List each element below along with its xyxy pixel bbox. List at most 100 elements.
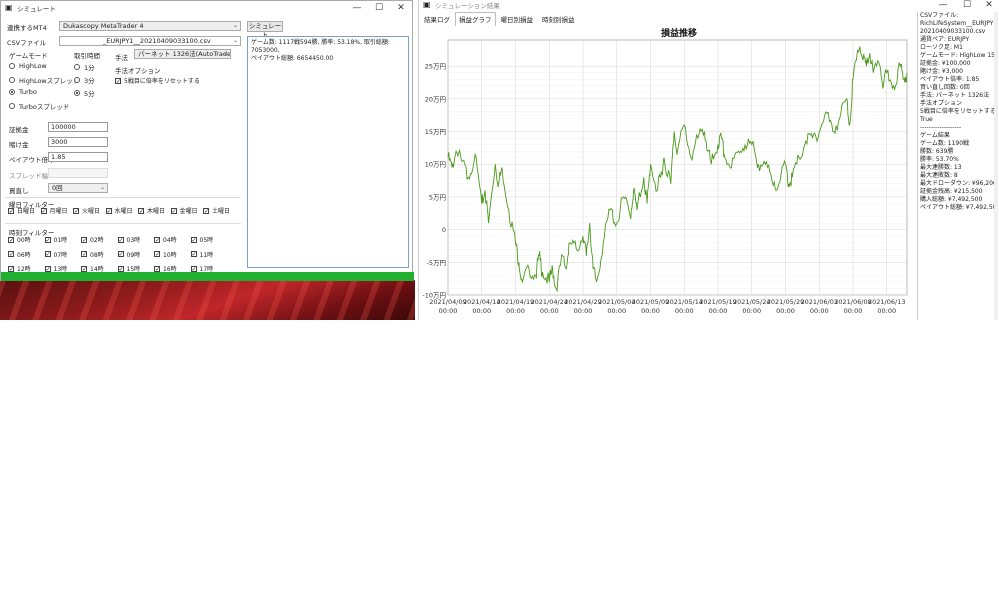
mt4-select[interactable]: Dukascopy MetaTrader 4 ⌄: [59, 21, 241, 31]
hour-checkbox[interactable]: ✓ 14時: [81, 264, 104, 273]
y-tick-label: 15万円: [425, 128, 446, 136]
summary-line: 通貨ペア: EURJPY: [920, 36, 970, 43]
hour-checkbox[interactable]: ✓ 07時: [44, 250, 67, 259]
trade-time-label: 1分: [84, 64, 95, 72]
summary-line: ゲームモード: HighLow 15分: [920, 52, 997, 59]
summary-line: 証拠金: ¥100,000: [920, 60, 971, 67]
x-tick-label: 00:00: [844, 307, 863, 315]
hour-checkbox[interactable]: ✓ 17時: [190, 264, 214, 273]
summary-line: 証拠金残高: ¥215,500: [920, 188, 983, 195]
hour-checkbox[interactable]: ✓ 00時: [8, 235, 31, 244]
trade-time-radio[interactable]: 5分: [74, 88, 95, 98]
result-summary-panel[interactable]: CSVファイル: RichLifeSystem__EURJPY1__ 2021040…: [917, 12, 997, 320]
hour-checkbox[interactable]: ✓ 13時: [44, 264, 67, 273]
summary-line: RichLifeSystem__EURJPY1__: [920, 20, 997, 27]
x-tick-label: 2021/04/09: [429, 298, 466, 306]
method-option-label: 手法オプション: [115, 67, 161, 75]
hour-checkbox[interactable]: ✓ 03時: [117, 235, 140, 244]
checkmark-icon: ✓: [203, 207, 210, 215]
divider: [5, 223, 241, 224]
hour-checkbox[interactable]: ✓ 09時: [117, 250, 141, 259]
chart-grid: [447, 39, 908, 296]
hour-checkbox[interactable]: ✓ 05時: [190, 235, 213, 244]
app-icon: ▣: [423, 0, 431, 9]
deposit-label: 証拠金: [9, 126, 29, 134]
result-titlebar: ▣ シミュレーション結果 — ☐ ✕: [419, 0, 999, 10]
x-tick-label: 00:00: [641, 307, 660, 315]
checkmark-icon: ✓: [44, 251, 51, 258]
deposit-input[interactable]: 100000: [48, 122, 108, 132]
game-mode-radio[interactable]: Turbo: [9, 88, 37, 96]
summary-line: True: [920, 116, 933, 123]
hour-checkbox[interactable]: ✓ 04時: [154, 235, 177, 244]
weekday-checkbox[interactable]: ✓ 月曜日: [40, 206, 68, 215]
maximize-button[interactable]: ☐: [368, 1, 390, 15]
minimize-button[interactable]: —: [346, 1, 368, 15]
radio-circle-icon: [74, 64, 80, 70]
reset-multiplier-label: 5戦目に倍率をリセットする: [124, 78, 200, 85]
trade-time-label: 取引時間: [74, 52, 100, 60]
game-mode-radio[interactable]: Turboスプレッド: [9, 101, 69, 111]
summary-line: ローソク足: M1: [920, 44, 963, 51]
hour-label: 00時: [17, 237, 31, 244]
hour-checkbox[interactable]: ✓ 02時: [81, 235, 104, 244]
hour-checkbox[interactable]: ✓ 01時: [44, 235, 67, 244]
chevron-down-icon: ⌄: [232, 22, 238, 29]
x-tick-label: 2021/06/03: [801, 298, 838, 306]
weekday-label: 火曜日: [82, 208, 101, 215]
maximize-button[interactable]: ☐: [956, 0, 978, 10]
radio-circle-icon: [9, 89, 15, 95]
rebuy-select[interactable]: 0回 ⌄: [48, 183, 108, 193]
checkmark-icon: ✓: [190, 265, 197, 273]
spread-input[interactable]: [48, 168, 108, 178]
weekday-checkbox[interactable]: ✓ 火曜日: [73, 206, 100, 215]
csv-select[interactable]: _EURJPY1__20210409033100.csv ⌄: [59, 36, 241, 46]
summary-line: ゲーム数: 1190戦: [920, 140, 970, 147]
x-tick-label: 00:00: [810, 307, 829, 315]
hour-checkbox[interactable]: ✓ 11時: [190, 250, 213, 259]
weekday-checkbox[interactable]: ✓ 土曜日: [203, 206, 230, 215]
minimize-button[interactable]: —: [932, 0, 954, 10]
payout-input[interactable]: 1.85: [48, 152, 108, 162]
weekday-checkbox[interactable]: ✓ 金曜日: [170, 206, 198, 215]
game-mode-radio[interactable]: HighLow: [9, 62, 47, 70]
hour-checkbox[interactable]: ✓ 12時: [8, 264, 31, 273]
x-tick-label: 00:00: [439, 307, 458, 315]
scrollbar[interactable]: [994, 12, 998, 320]
weekday-checkbox[interactable]: ✓ 木曜日: [138, 206, 165, 215]
hour-label: 08時: [90, 251, 104, 259]
hour-checkbox[interactable]: ✓ 16時: [154, 264, 177, 273]
x-tick-label: 00:00: [472, 307, 491, 315]
reset-multiplier-checkbox[interactable]: ✓ 5戦目に倍率をリセットする: [115, 76, 200, 85]
game-mode-radio[interactable]: HighLowスプレッド: [9, 75, 79, 85]
game-mode-label: Turbo: [19, 88, 37, 96]
close-button[interactable]: ✕: [390, 1, 412, 15]
hour-checkbox[interactable]: ✓ 08時: [81, 250, 104, 259]
x-tick-label: 2021/05/29: [767, 298, 804, 306]
method-select[interactable]: パーネット 1326法(AutoTrade.dll)⌄: [134, 49, 231, 59]
weekday-checkbox[interactable]: ✓ 水曜日: [105, 206, 133, 215]
hour-checkbox[interactable]: ✓ 15時: [117, 264, 140, 273]
weekday-checkbox[interactable]: ✓ 日曜日: [8, 206, 35, 215]
profit-chart: 損益推移 25万円20万円15万円10万円5万円0-5万円-10万円 2021/…: [422, 27, 908, 315]
hour-checkbox[interactable]: ✓ 06時: [8, 250, 31, 259]
checkmark-icon: ✓: [44, 265, 51, 273]
trade-time-radio[interactable]: 3分: [74, 75, 95, 85]
hour-checkbox[interactable]: ✓ 10時: [154, 250, 177, 259]
result-textbox[interactable]: ゲーム数: 1117戦594勝, 勝率: 53.18%, 取引総額: 70530…: [247, 36, 409, 268]
trade-time-label: 3分: [84, 77, 95, 85]
checkmark-icon: ✓: [117, 265, 124, 273]
bet-input[interactable]: 3000: [48, 137, 108, 147]
summary-line: CSVファイル:: [920, 12, 959, 19]
game-mode-label: HighLowスプレッド: [19, 77, 80, 85]
trade-time-radio[interactable]: 1分: [74, 62, 95, 72]
simulate-button[interactable]: シミュレート: [247, 21, 283, 39]
x-tick-label: 00:00: [607, 307, 626, 315]
checkmark-icon: ✓: [170, 207, 177, 215]
checkmark-icon: ✓: [138, 207, 145, 215]
close-button[interactable]: ✕: [978, 0, 999, 10]
hour-label: 17時: [199, 266, 214, 273]
chevron-down-icon: ⌄: [232, 37, 238, 44]
hour-label: 09時: [126, 251, 141, 259]
hour-label: 14時: [90, 266, 104, 273]
